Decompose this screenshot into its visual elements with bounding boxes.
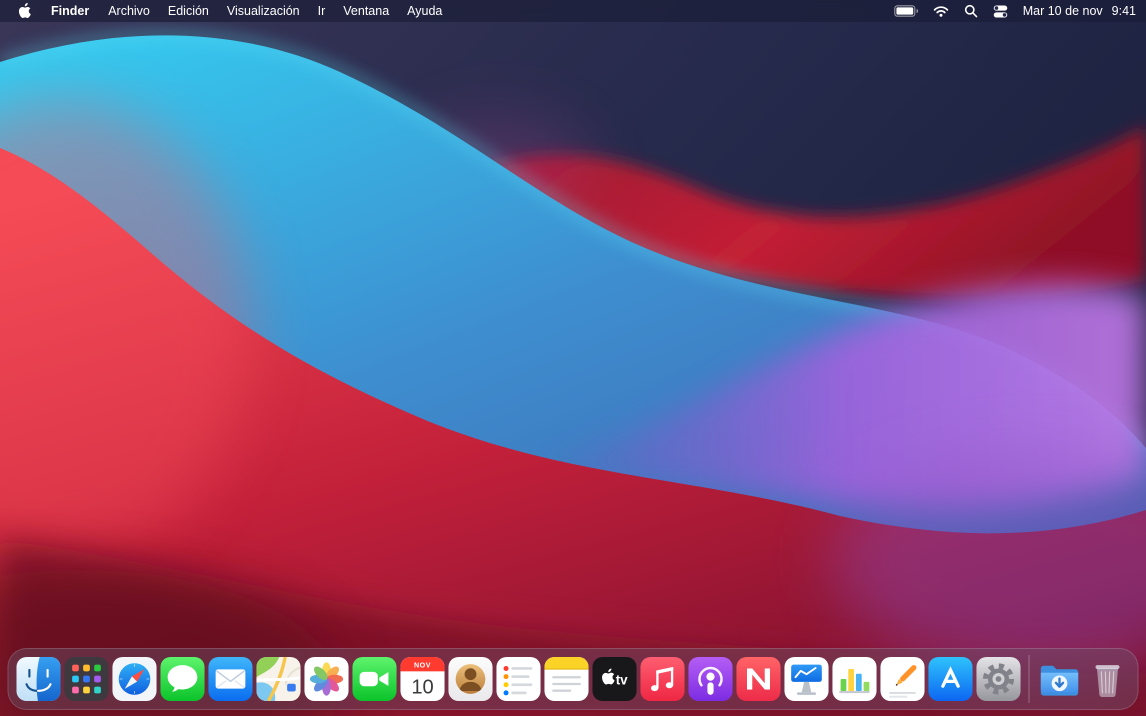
menu-visualizacion[interactable]: Visualización (218, 0, 309, 22)
dock-item-apple-tv[interactable]: tv (592, 656, 638, 702)
dock-item-system-preferences[interactable] (976, 656, 1022, 702)
apple-tv-icon: tv (592, 656, 638, 702)
menu-ayuda[interactable]: Ayuda (398, 0, 451, 22)
menu-archivo[interactable]: Archivo (99, 0, 159, 22)
keynote-icon (784, 656, 830, 702)
dock-item-facetime[interactable] (352, 656, 398, 702)
dock-item-launchpad[interactable] (64, 656, 110, 702)
dock-item-keynote[interactable] (784, 656, 830, 702)
notes-icon (544, 656, 590, 702)
wifi-icon[interactable] (933, 5, 949, 17)
battery-icon[interactable] (894, 5, 918, 17)
menubar-clock[interactable]: Mar 10 de nov 9:41 (1023, 4, 1136, 18)
podcasts-icon (688, 656, 734, 702)
menu-ventana[interactable]: Ventana (334, 0, 398, 22)
numbers-icon (832, 656, 878, 702)
dock-separator (1029, 655, 1030, 703)
desktop[interactable] (0, 0, 1146, 716)
dock-item-app-store[interactable] (928, 656, 974, 702)
apple-logo-icon (18, 3, 31, 18)
dock-item-photos[interactable] (304, 656, 350, 702)
wallpaper-graphic (0, 0, 1146, 716)
photos-icon (304, 656, 350, 702)
menu-edicion[interactable]: Edición (159, 0, 218, 22)
dock-item-news[interactable] (736, 656, 782, 702)
dock: NOV 10 (8, 648, 1139, 710)
trash-icon (1085, 656, 1131, 702)
facetime-icon (352, 656, 398, 702)
messages-icon (160, 656, 206, 702)
menu-ir[interactable]: Ir (309, 0, 335, 22)
maps-icon (256, 656, 302, 702)
dock-item-downloads[interactable] (1037, 656, 1083, 702)
dock-item-reminders[interactable] (496, 656, 542, 702)
dock-item-podcasts[interactable] (688, 656, 734, 702)
mail-icon (208, 656, 254, 702)
finder-icon (16, 656, 62, 702)
menu-app-name[interactable]: Finder (41, 0, 99, 22)
spotlight-search-icon[interactable] (964, 4, 978, 18)
calendar-month-label: NOV (414, 662, 431, 670)
app-store-icon (928, 656, 974, 702)
tv-label: tv (616, 672, 628, 687)
dock-item-calendar[interactable]: NOV 10 (400, 656, 446, 702)
calendar-day-label: 10 (411, 676, 433, 698)
launchpad-icon (64, 656, 110, 702)
calendar-icon: NOV 10 (400, 656, 446, 702)
apple-menu[interactable] (10, 3, 41, 18)
dock-item-music[interactable] (640, 656, 686, 702)
contacts-icon (448, 656, 494, 702)
dock-item-messages[interactable] (160, 656, 206, 702)
control-center-icon[interactable] (993, 4, 1008, 19)
pages-icon (880, 656, 926, 702)
dock-item-safari[interactable] (112, 656, 158, 702)
system-preferences-icon (976, 656, 1022, 702)
safari-icon (112, 656, 158, 702)
menubar: Finder Archivo Edición Visualización Ir … (0, 0, 1146, 22)
news-icon (736, 656, 782, 702)
date-label: Mar 10 de nov (1023, 4, 1103, 18)
dock-item-finder[interactable] (16, 656, 62, 702)
dock-item-pages[interactable] (880, 656, 926, 702)
dock-item-notes[interactable] (544, 656, 590, 702)
dock-item-numbers[interactable] (832, 656, 878, 702)
time-label: 9:41 (1112, 4, 1136, 18)
reminders-icon (496, 656, 542, 702)
dock-item-maps[interactable] (256, 656, 302, 702)
music-icon (640, 656, 686, 702)
dock-item-mail[interactable] (208, 656, 254, 702)
dock-item-trash[interactable] (1085, 656, 1131, 702)
dock-item-contacts[interactable] (448, 656, 494, 702)
downloads-folder-icon (1037, 656, 1083, 702)
